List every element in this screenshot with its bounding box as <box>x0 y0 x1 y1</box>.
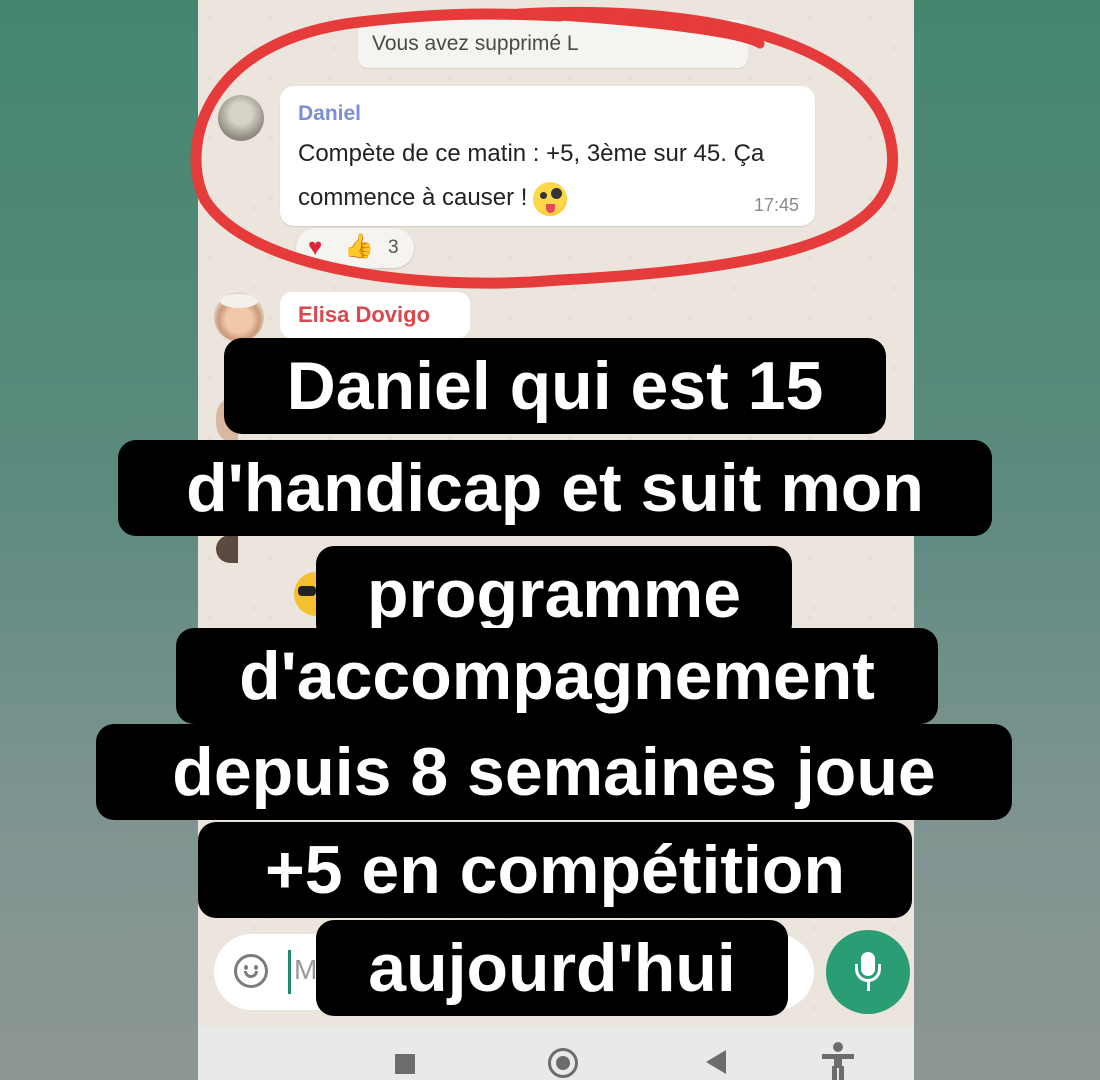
voice-message-button[interactable] <box>826 930 910 1014</box>
back-triangle-icon[interactable] <box>706 1050 726 1074</box>
stop-square-icon[interactable] <box>395 1054 415 1074</box>
message-text-wrap: Compète de ce matin : +5, 3ème sur 45. Ç… <box>298 132 778 220</box>
text-cursor <box>288 950 291 994</box>
heart-icon: ♥ <box>308 234 323 261</box>
reactions-badge[interactable]: ♥ 👍 3 <box>296 228 414 268</box>
chat-screen: Vous avez supprimé L Daniel Compète de c… <box>198 0 914 1080</box>
caption-line: depuis 8 semaines joue <box>96 724 1012 820</box>
crazy-face-emoji-icon <box>533 181 568 216</box>
accessibility-icon[interactable] <box>820 1042 856 1080</box>
message-time: 17:45 <box>753 195 799 215</box>
caption-line: Daniel qui est 15 <box>224 338 886 434</box>
avatar-daniel[interactable] <box>218 95 264 141</box>
emoji-picker-icon[interactable] <box>234 954 268 988</box>
microphone-icon-stem <box>867 982 870 991</box>
caption-line: aujourd'hui <box>316 920 788 1016</box>
message-bubble[interactable]: Daniel Compète de ce matin : +5, 3ème su… <box>280 86 815 226</box>
caption-line: d'handicap et suit mon <box>118 440 992 536</box>
sunglasses-emoji-icon <box>294 572 316 616</box>
message-sender: Daniel <box>298 102 362 125</box>
avatar-elisa[interactable] <box>214 292 264 342</box>
avatar-partial <box>216 535 238 563</box>
input-placeholder: M <box>294 954 318 985</box>
home-circle-icon[interactable] <box>548 1048 578 1078</box>
caption-line: d'accompagnement <box>176 628 938 724</box>
thumbs-up-icon: 👍 <box>344 233 374 260</box>
caption-line: +5 en compétition <box>198 822 912 918</box>
microphone-icon-arc <box>855 964 881 982</box>
message-text: Compète de ce matin : +5, 3ème sur 45. Ç… <box>298 140 765 211</box>
reaction-count: 3 <box>388 237 399 258</box>
message-bubble-elisa[interactable]: Elisa Dovigo <box>280 292 470 338</box>
system-nav-bar <box>198 1026 914 1080</box>
system-message: Vous avez supprimé L <box>358 20 748 68</box>
message-sender-elisa: Elisa Dovigo <box>298 302 431 327</box>
